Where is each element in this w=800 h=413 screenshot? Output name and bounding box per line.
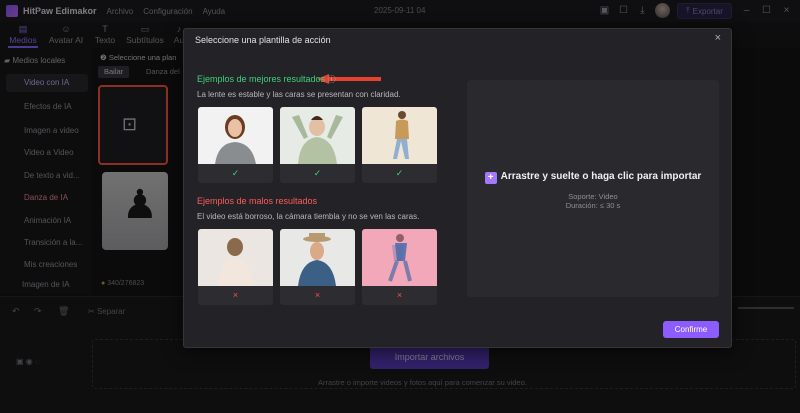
bad-example-2[interactable]: ×	[280, 229, 355, 305]
info-icon[interactable]: ⓘ	[328, 75, 336, 84]
bad-mark: ×	[232, 290, 239, 300]
woman-back-view-icon	[218, 238, 253, 286]
person-standing-icon	[393, 111, 409, 159]
bad-example-1[interactable]: ×	[198, 229, 273, 305]
good-example-2[interactable]: ✓	[280, 107, 355, 183]
woman-portrait-icon	[215, 115, 256, 164]
drop-zone-support: Soporte: Video	[568, 192, 618, 201]
good-example-3[interactable]: ✓	[362, 107, 437, 183]
bad-example-3[interactable]: ×	[362, 229, 437, 305]
man-with-hat-icon	[298, 233, 336, 286]
blurry-dancer-icon	[388, 234, 412, 282]
woman-green-sweater-icon	[292, 115, 343, 164]
close-icon[interactable]: ×	[715, 32, 721, 44]
bad-examples-description: El video está borroso, la cámara tiembla…	[197, 212, 420, 221]
import-drop-zone[interactable]: + Arrastre y suelte o haga clic para impo…	[467, 80, 719, 297]
good-mark: ✓	[231, 168, 240, 178]
good-mark: ✓	[395, 168, 404, 178]
drop-zone-duration: Duración: ≤ 30 s	[565, 201, 621, 210]
example-image	[362, 229, 437, 286]
example-image	[280, 107, 355, 164]
drop-zone-label: + Arrastre y suelte o haga clic para impo…	[467, 171, 719, 184]
example-image	[198, 107, 273, 164]
example-image	[280, 229, 355, 286]
good-mark: ✓	[313, 168, 322, 178]
example-image	[198, 229, 273, 286]
dialog-title: Seleccione una plantilla de acción	[195, 35, 331, 45]
bad-mark: ×	[396, 290, 403, 300]
plus-icon: +	[484, 172, 497, 184]
good-examples-description: La lente es estable y las caras se prese…	[197, 90, 401, 99]
bad-examples-title: Ejemplos de malos resultados	[197, 196, 318, 206]
good-example-1[interactable]: ✓	[198, 107, 273, 183]
bad-mark: ×	[314, 290, 321, 300]
good-examples-title: Ejemplos de mejores resultados ⓘ	[197, 74, 336, 84]
example-image	[362, 107, 437, 164]
action-template-dialog: Seleccione una plantilla de acción × Eje…	[183, 28, 732, 348]
confirm-button[interactable]: Confirme	[663, 321, 719, 338]
